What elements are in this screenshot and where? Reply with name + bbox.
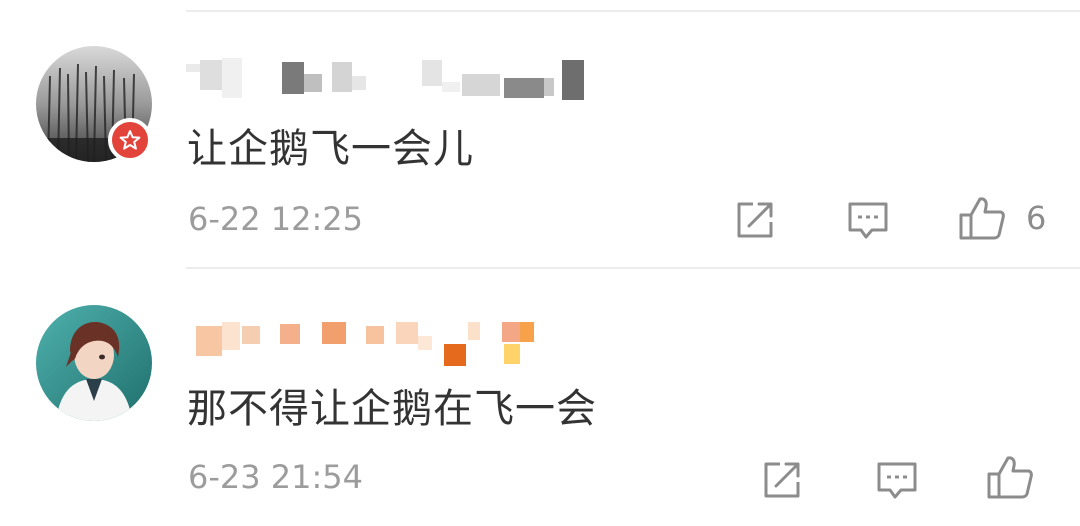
comment-item: 让企鹅飞一会儿 6-22 12:25 6 (0, 0, 1080, 268)
forward-button[interactable] (760, 458, 804, 502)
like-button[interactable]: 6 (958, 195, 1046, 241)
thumbs-up-icon (959, 197, 1005, 240)
share-icon (737, 202, 773, 238)
reply-button[interactable] (875, 460, 919, 502)
comment-text: 让企鹅飞一会儿 (187, 126, 474, 172)
comment-time: 6-23 21:54 (188, 458, 364, 496)
comment-icon (848, 202, 888, 239)
comment-time: 6-22 12:25 (188, 200, 364, 238)
like-count: 6 (1026, 199, 1047, 237)
like-button[interactable] (986, 454, 1034, 500)
star-icon (119, 130, 141, 150)
avatar[interactable] (36, 305, 152, 421)
reply-button[interactable] (846, 200, 890, 242)
verified-badge (108, 118, 152, 162)
comment-item: 那不得让企鹅在飞一会 6-23 21:54 (0, 268, 1080, 526)
comment-icon (877, 462, 917, 499)
share-icon (764, 462, 800, 498)
forward-button[interactable] (733, 198, 777, 242)
thumbs-up-icon (987, 456, 1033, 499)
username-redacted[interactable] (186, 58, 586, 102)
username-redacted[interactable] (186, 322, 586, 366)
comment-text: 那不得让企鹅在飞一会 (187, 386, 597, 432)
avatar-image (36, 305, 152, 421)
